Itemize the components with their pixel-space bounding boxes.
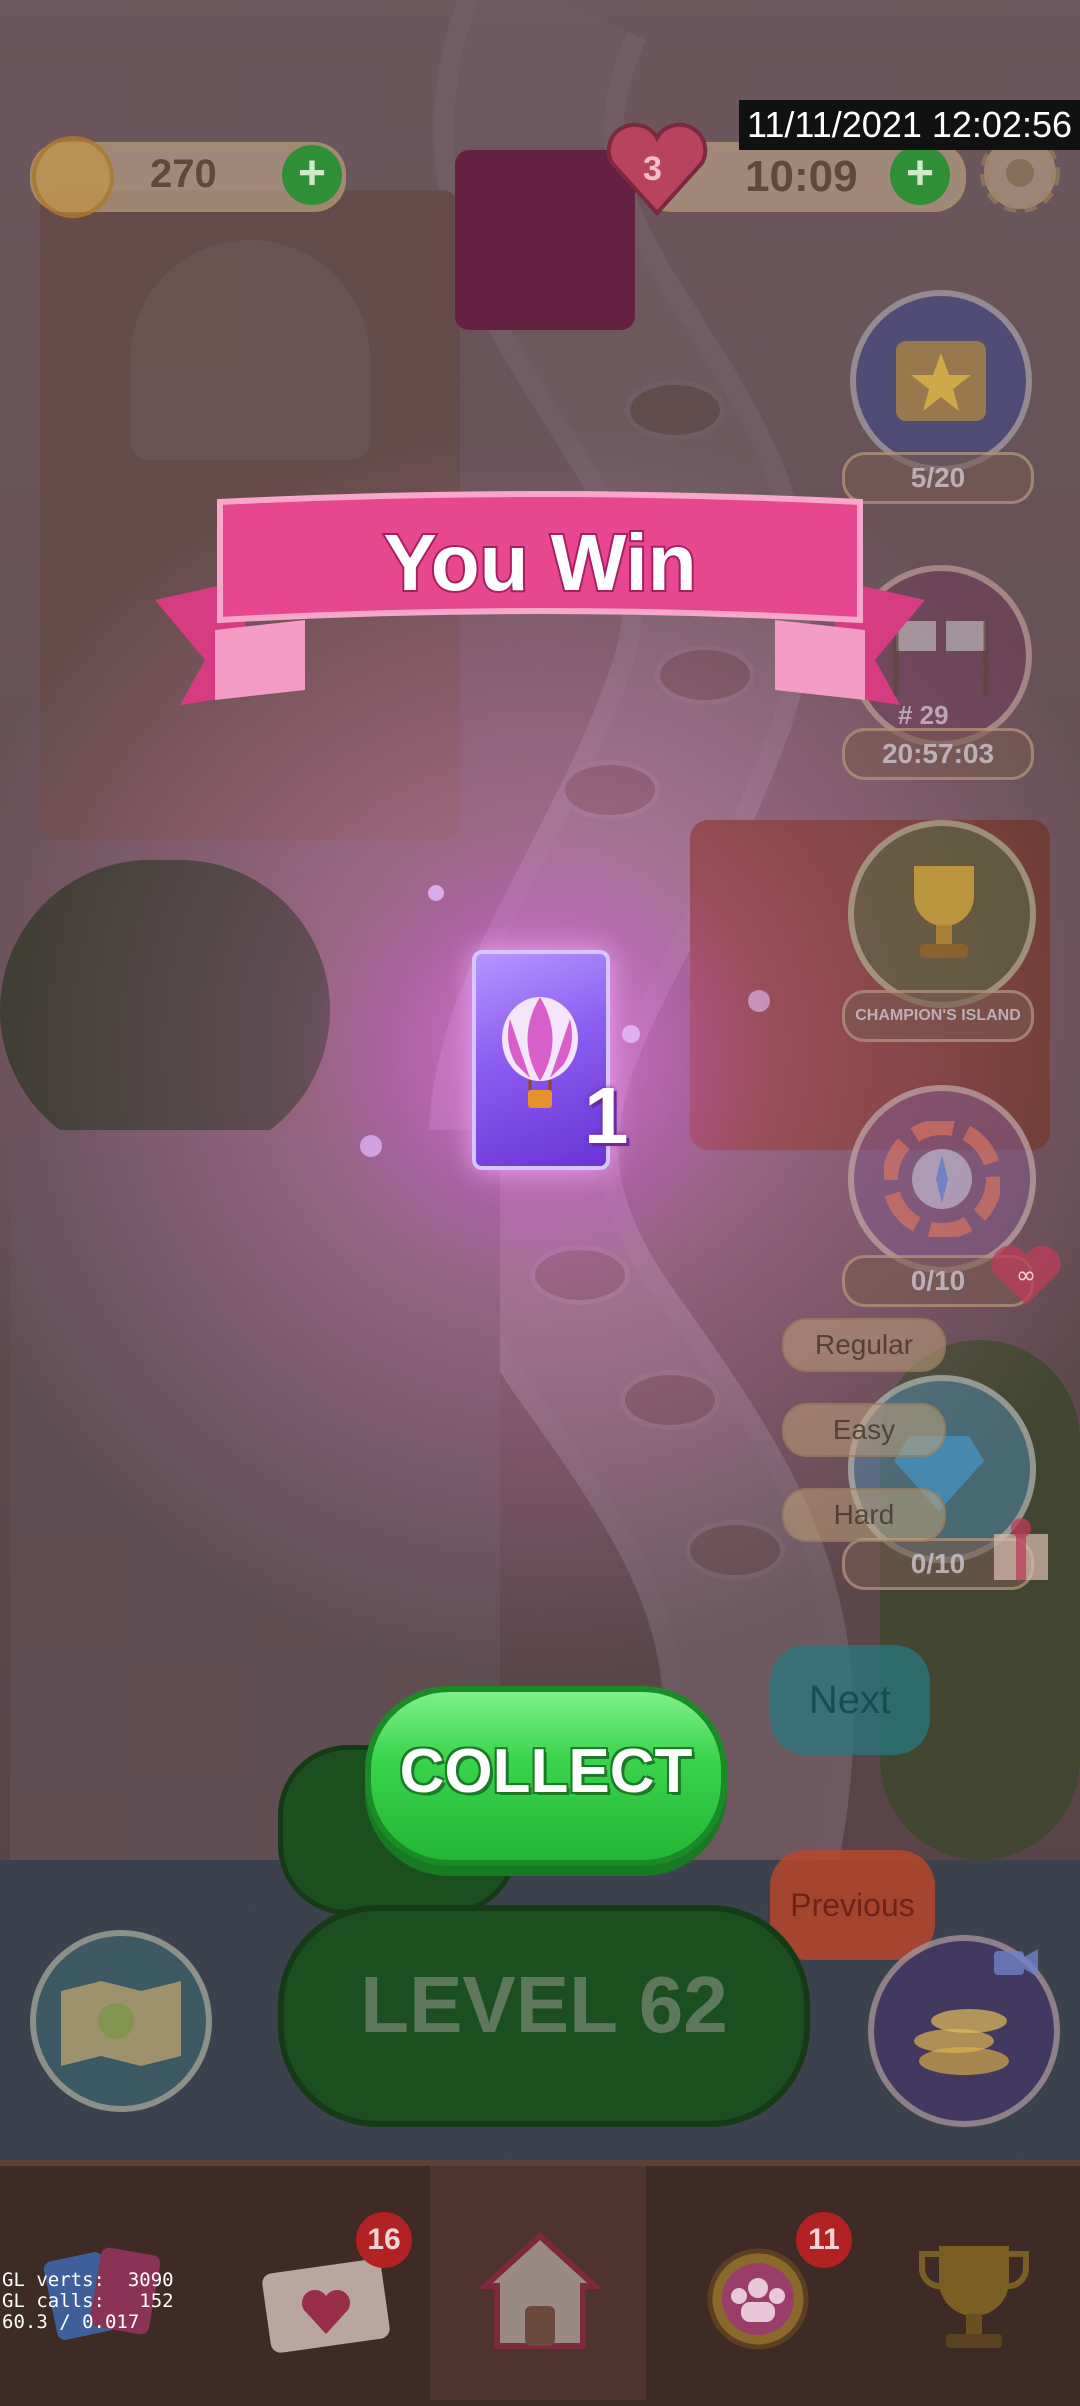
regular-difficulty-button[interactable]: Regular <box>782 1318 946 1372</box>
race-timer: 20:57:03 <box>842 728 1034 780</box>
gl-debug-overlay: GL verts: 3090 GL calls: 152 60.3 / 0.017 <box>2 2270 174 2333</box>
infinity-heart-icon: ∞ <box>991 1245 1061 1305</box>
gl-calls: GL calls: 152 <box>2 2290 174 2312</box>
gl-verts: GL verts: 3090 <box>2 2269 174 2291</box>
trophy-icon <box>914 866 974 958</box>
add-coins-button[interactable]: + <box>282 145 342 205</box>
nav-item-home[interactable] <box>430 2166 646 2400</box>
coin-icon <box>32 136 114 218</box>
hot-air-balloon-icon <box>502 997 578 1108</box>
star-album-icon <box>896 341 986 421</box>
datetime-overlay: 11/11/2021 12:02:56 <box>739 100 1080 150</box>
album-button[interactable] <box>850 290 1032 472</box>
svg-text:∞: ∞ <box>1016 1261 1036 1289</box>
play-level-button[interactable]: LEVEL 62 <box>278 1905 810 2127</box>
nav-item-friends[interactable]: 11 <box>648 2166 864 2400</box>
trophy-icon <box>918 2246 1030 2348</box>
champions-island-label: CHAMPION'S ISLAND <box>842 990 1034 1042</box>
sparkle <box>622 1025 640 1043</box>
next-level-button[interactable]: Next <box>770 1645 930 1755</box>
you-win-banner: You Win <box>155 491 925 705</box>
mail-badge: 16 <box>356 2212 412 2268</box>
hard-difficulty-button[interactable]: Hard <box>782 1488 946 1542</box>
gl-fps: 60.3 / 0.017 <box>2 2311 140 2333</box>
gift-icon <box>994 1518 1048 1580</box>
home-icon <box>477 2231 603 2349</box>
champions-island-button[interactable] <box>848 820 1036 1008</box>
lives-count: 3 <box>643 150 662 188</box>
easy-difficulty-button[interactable]: Easy <box>782 1403 946 1457</box>
nav-item-trophy[interactable] <box>864 2166 1080 2400</box>
previous-level-button[interactable]: Previous <box>770 1850 935 1960</box>
map-icon <box>61 1981 181 2066</box>
sparkle <box>428 885 444 901</box>
friends-badge: 11 <box>796 2212 852 2268</box>
level-label: LEVEL 62 <box>360 1960 728 2049</box>
nav-item-mail[interactable]: 16 <box>216 2166 432 2400</box>
world-map-button[interactable] <box>30 1930 212 2112</box>
sparkle <box>748 990 770 1012</box>
reward-count: 1 <box>584 1071 629 1160</box>
lives-timer: 10:09 <box>745 152 858 201</box>
watch-ad-coins-button[interactable] <box>868 1935 1060 2127</box>
add-lives-button[interactable]: + <box>890 145 950 205</box>
collect-button[interactable]: COLLECT <box>365 1686 727 1866</box>
team-icon <box>707 2248 809 2350</box>
sparkle <box>360 1135 382 1157</box>
coins-value: 270 <box>150 152 217 196</box>
compass-wheel-icon <box>884 1121 1000 1237</box>
collect-label: COLLECT <box>399 1737 693 1806</box>
you-win-title: You Win <box>383 518 696 607</box>
coin-stack-icon <box>914 2009 1009 2075</box>
video-camera-icon <box>994 1949 1038 1977</box>
